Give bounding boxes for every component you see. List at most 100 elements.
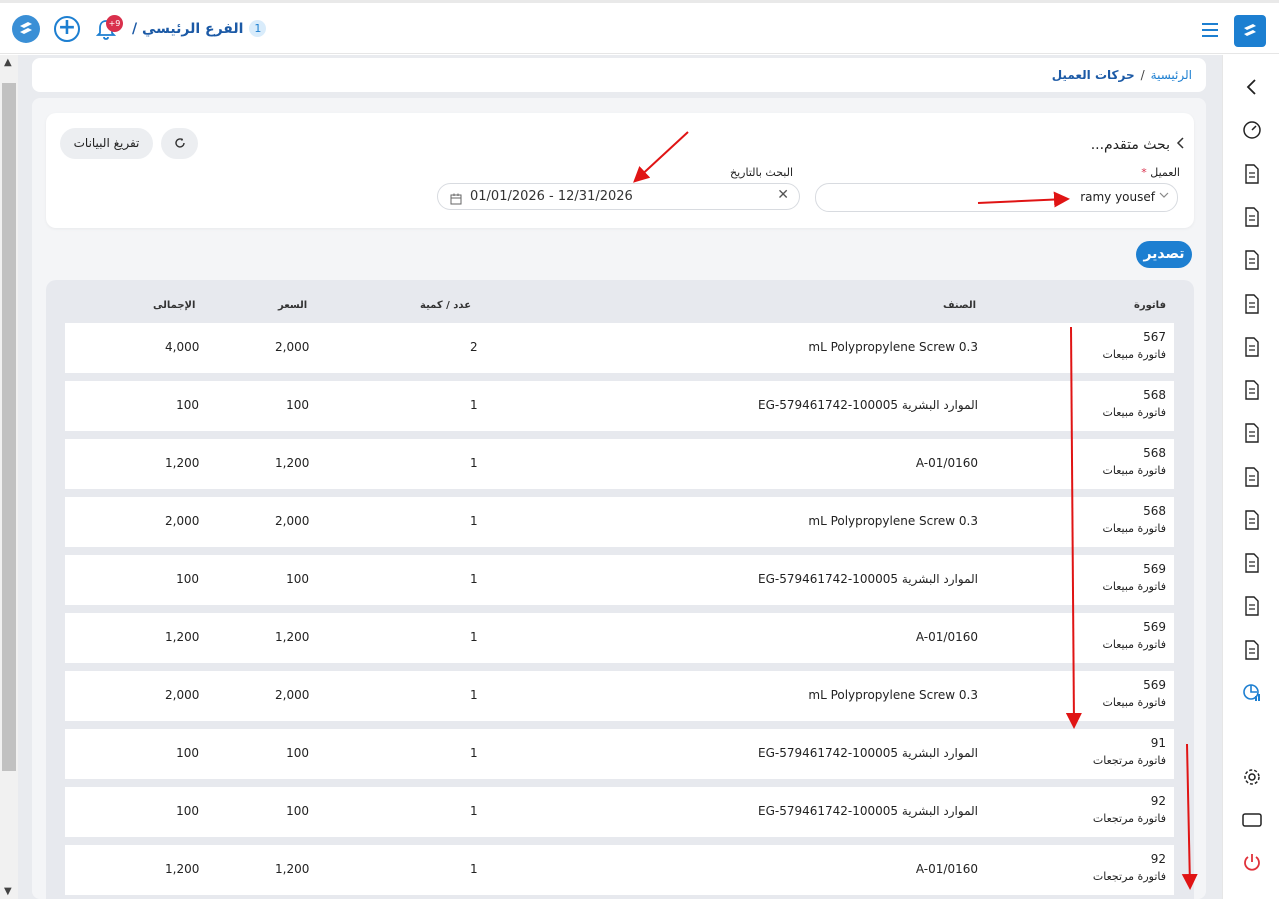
qty-cell: 2	[470, 340, 478, 354]
total-cell: 100	[176, 572, 199, 586]
invoice-number[interactable]: 569	[1103, 562, 1166, 576]
item-cell: mL Polypropylene Screw 0.3	[808, 340, 978, 354]
table-row[interactable]: 569 فاتورة مبيعات EG-579461742-100005 المو…	[65, 555, 1174, 605]
item-cell: EG-579461742-100005 الموارد البشرية	[757, 746, 978, 760]
header-total: الإجمالى	[153, 300, 196, 311]
document-cancel-icon[interactable]	[1241, 293, 1263, 315]
page-scrollbar[interactable]: ▲ ▼	[0, 55, 18, 899]
invoice-number[interactable]: 569	[1103, 678, 1166, 692]
qty-cell: 1	[470, 572, 478, 586]
item-cell: mL Polypropylene Screw 0.3	[808, 514, 978, 528]
breadcrumb-home[interactable]: الرئيسية	[1151, 68, 1192, 82]
truck-invoice-icon[interactable]	[1241, 163, 1263, 185]
table-row[interactable]: 567 فاتورة مبيعات mL Polypropylene Screw 0…	[65, 323, 1174, 373]
qty-cell: 1	[470, 514, 478, 528]
invoice-number[interactable]: 92	[1093, 852, 1166, 866]
document-code-icon[interactable]	[1241, 249, 1263, 271]
table-row[interactable]: 91 فاتورة مرتجعات EG-579461742-100005 المو…	[65, 729, 1174, 779]
export-button[interactable]: تصدير	[1136, 241, 1192, 268]
refresh-button[interactable]	[161, 128, 198, 159]
invoice-number[interactable]: 567	[1103, 330, 1166, 344]
total-cell: 100	[176, 398, 199, 412]
client-label-text: العميل	[1150, 166, 1180, 179]
scroll-up-icon[interactable]: ▲	[4, 57, 12, 68]
document-cancel-icon[interactable]	[1241, 422, 1263, 444]
invoice-number[interactable]: 92	[1093, 794, 1166, 808]
document-plus-icon[interactable]	[1241, 552, 1263, 574]
price-cell: 100	[286, 746, 309, 760]
chevron-left-icon	[1176, 137, 1186, 153]
table-row[interactable]: 569 فاتورة مبيعات A-01/0160 1 1,200 1,200	[65, 613, 1174, 663]
invoice-number[interactable]: 568	[1103, 388, 1166, 402]
total-cell: 1,200	[165, 456, 200, 470]
required-marker: *	[1141, 166, 1147, 179]
brand-logo-icon[interactable]	[1234, 15, 1266, 47]
advanced-search-toggle[interactable]: بحث متقدم...	[1091, 137, 1186, 153]
table-header: فاتورة الصنف عدد / كمية السعر الإجمالى	[46, 280, 1194, 320]
add-icon[interactable]: +	[54, 16, 80, 42]
invoice-number[interactable]: 568	[1103, 504, 1166, 518]
table-row[interactable]: 92 فاتورة مرتجعات A-01/0160 1 1,200 1,200	[65, 845, 1174, 895]
branch-number: 1	[249, 20, 267, 37]
camera-plus-icon[interactable]	[1241, 509, 1263, 531]
notification-badge: +9	[106, 15, 123, 32]
scrollbar-thumb[interactable]	[2, 83, 16, 771]
dashboard-icon[interactable]	[1241, 119, 1263, 141]
breadcrumb-separator: /	[1140, 68, 1145, 82]
price-cell: 2,000	[275, 514, 310, 528]
price-cell: 1,200	[275, 862, 310, 876]
item-cell: A-01/0160	[915, 630, 978, 644]
power-icon[interactable]	[1241, 851, 1263, 873]
table-row[interactable]: 568 فاتورة مبيعات A-01/0160 1 1,200 1,200	[65, 439, 1174, 489]
table-row[interactable]: 92 فاتورة مرتجعات EG-579461742-100005 المو…	[65, 787, 1174, 837]
table-row[interactable]: 569 فاتورة مبيعات mL Polypropylene Screw 0…	[65, 671, 1174, 721]
document-lines-icon[interactable]	[1241, 336, 1263, 358]
qty-cell: 1	[470, 862, 478, 876]
chevron-down-icon	[1159, 191, 1169, 202]
qty-cell: 1	[470, 746, 478, 760]
table-row[interactable]: 568 فاتورة مبيعات mL Polypropylene Screw 0…	[65, 497, 1174, 547]
main-content: الرئيسية / حركات العميل بحث متقدم... تفر…	[18, 55, 1222, 899]
invoice-cell: 569 فاتورة مبيعات	[1103, 678, 1166, 709]
report-chart-icon[interactable]	[1241, 682, 1263, 704]
invoice-cell: 569 فاتورة مبيعات	[1103, 620, 1166, 651]
right-sidebar	[1222, 55, 1279, 899]
invoice-type: فاتورة مرتجعات	[1092, 754, 1166, 767]
table-row[interactable]: 568 فاتورة مبيعات EG-579461742-100005 المو…	[65, 381, 1174, 431]
scroll-down-icon[interactable]: ▼	[4, 886, 12, 897]
monitor-icon[interactable]	[1241, 466, 1263, 488]
calendar-icon	[450, 190, 462, 209]
item-cell: A-01/0160	[915, 862, 978, 876]
document-user-icon[interactable]	[1241, 639, 1263, 661]
qty-cell: 1	[470, 688, 478, 702]
clear-data-button[interactable]: تفريغ البيانات	[60, 128, 153, 159]
hamburger-menu-icon[interactable]	[1202, 23, 1218, 37]
invoice-type: فاتورة مرتجعات	[1092, 812, 1166, 825]
item-cell: A-01/0160	[915, 456, 978, 470]
invoice-number[interactable]: 569	[1103, 620, 1166, 634]
clear-date-icon[interactable]: ✕	[777, 187, 789, 203]
document-cancel-icon[interactable]	[1241, 379, 1263, 401]
date-range-input[interactable]: 01/01/2026 - 12/31/2026 ✕	[437, 183, 800, 210]
app-logo-icon[interactable]	[12, 15, 40, 43]
invoice-number[interactable]: 568	[1103, 446, 1166, 460]
cash-icon[interactable]	[1241, 595, 1263, 617]
client-select[interactable]: ramy yousef	[815, 183, 1178, 212]
branch-name: الفرع الرئيسي /	[132, 20, 244, 37]
qty-cell: 1	[470, 630, 478, 644]
price-cell: 1,200	[275, 456, 310, 470]
invoice-cell: 91 فاتورة مرتجعات	[1093, 736, 1166, 767]
invoice-cell: 568 فاتورة مبيعات	[1103, 388, 1166, 419]
store-icon[interactable]	[1241, 206, 1263, 228]
back-chevron-icon[interactable]	[1241, 76, 1263, 98]
window-icon[interactable]	[1241, 809, 1263, 831]
date-search-label: البحث بالتاريخ	[730, 166, 794, 179]
invoice-cell: 92 فاتورة مرتجعات	[1093, 794, 1166, 825]
content-panel: بحث متقدم... تفريغ البيانات العميل * الب…	[32, 98, 1206, 899]
qty-cell: 1	[470, 456, 478, 470]
settings-icon[interactable]	[1241, 766, 1263, 788]
branch-selector[interactable]: 1 الفرع الرئيسي /	[132, 20, 267, 37]
invoice-number[interactable]: 91	[1093, 736, 1166, 750]
invoice-type: فاتورة مبيعات	[1102, 580, 1166, 593]
item-cell: mL Polypropylene Screw 0.3	[808, 688, 978, 702]
